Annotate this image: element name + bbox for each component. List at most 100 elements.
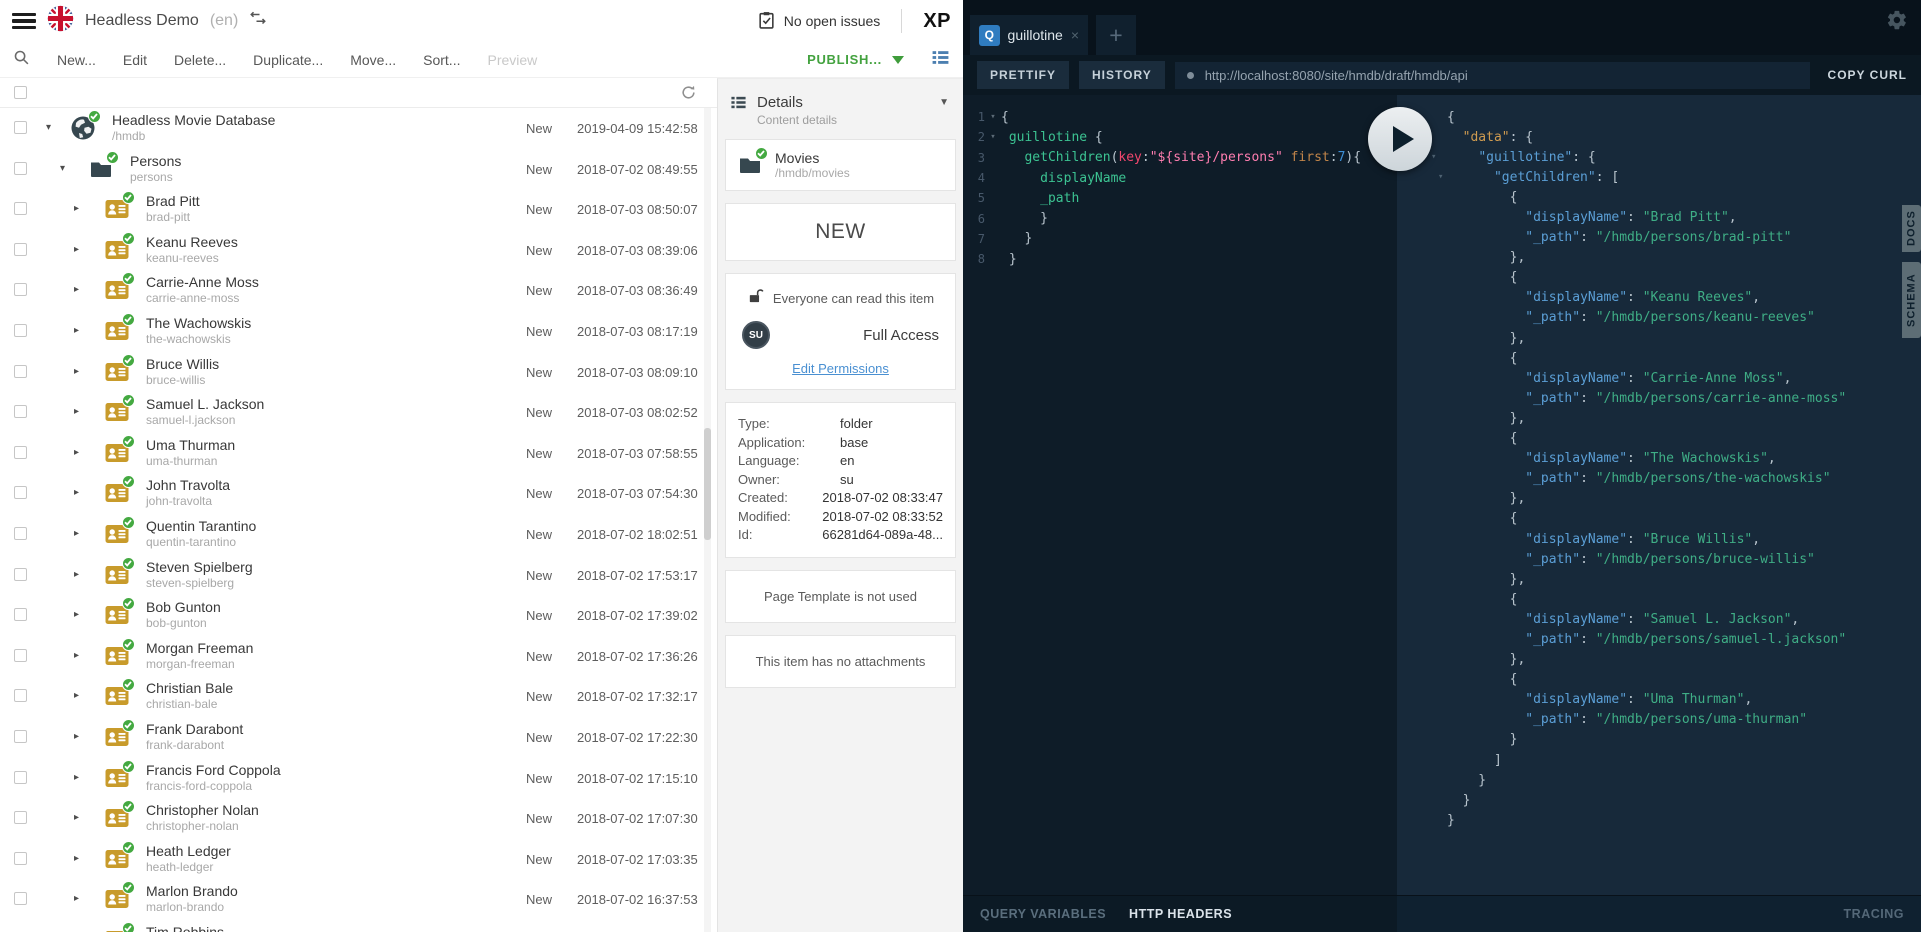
toolbar-item-new[interactable]: New... (57, 52, 96, 68)
expand-arrow-icon[interactable]: ▸ (74, 609, 79, 621)
tree-scrollbar[interactable] (704, 108, 711, 932)
toolbar-item-edit[interactable]: Edit (123, 52, 147, 68)
toolbar-item-move[interactable]: Move... (350, 52, 396, 68)
tree-row[interactable]: ▸Steven Spielbergsteven-spielbergNew2018… (0, 555, 717, 596)
tree-row[interactable]: ▸John Travoltajohn-travoltaNew2018-07-03… (0, 473, 717, 514)
tree-row[interactable]: ▸Bob Guntonbob-guntonNew2018-07-02 17:39… (0, 595, 717, 636)
select-all-checkbox[interactable] (14, 86, 27, 99)
issues-widget[interactable]: No open issues (757, 10, 881, 33)
selected-item-card[interactable]: Movies /hmdb/movies (725, 139, 956, 191)
tree-row[interactable]: ▸Tim Robbins (0, 920, 717, 932)
tree-row[interactable]: ▸Heath Ledgerheath-ledgerNew2018-07-02 1… (0, 839, 717, 880)
row-checkbox[interactable] (14, 527, 27, 540)
publish-button[interactable]: PUBLISH... (807, 52, 904, 67)
hamburger-menu-icon[interactable] (12, 13, 36, 30)
refresh-icon[interactable] (680, 84, 697, 106)
expand-arrow-icon[interactable]: ▸ (74, 284, 79, 296)
endpoint-url-field[interactable]: http://localhost:8080/site/hmdb/draft/hm… (1175, 62, 1810, 89)
search-icon[interactable] (13, 49, 30, 71)
tree-row[interactable]: ▾PersonspersonsNew2018-07-02 08:49:55 (0, 149, 717, 190)
row-checkbox[interactable] (14, 324, 27, 337)
tab-guillotine[interactable]: Q guillotine × (970, 15, 1088, 55)
tree-row[interactable]: ▸Christian Balechristian-baleNew2018-07-… (0, 676, 717, 717)
tree-scrollbar-thumb[interactable] (704, 428, 711, 540)
row-checkbox[interactable] (14, 852, 27, 865)
expand-arrow-icon[interactable]: ▸ (74, 893, 79, 905)
row-checkbox[interactable] (14, 568, 27, 581)
tree-row[interactable]: ▸Uma Thurmanuma-thurmanNew2018-07-03 07:… (0, 433, 717, 474)
row-checkbox[interactable] (14, 121, 27, 134)
row-checkbox[interactable] (14, 649, 27, 662)
prettify-button[interactable]: PRETTIFY (977, 61, 1069, 89)
tree-row[interactable]: ▸Keanu Reeveskeanu-reevesNew2018-07-03 0… (0, 230, 717, 271)
close-tab-icon[interactable]: × (1071, 27, 1079, 43)
expand-arrow-icon[interactable]: ▸ (74, 772, 79, 784)
tree-row[interactable]: ▸Brad Pittbrad-pittNew2018-07-03 08:50:0… (0, 189, 717, 230)
tree-row[interactable]: ▾Headless Movie Database/hmdbNew2019-04-… (0, 108, 717, 149)
row-checkbox[interactable] (14, 365, 27, 378)
tree-row[interactable]: ▸Frank Darabontfrank-darabontNew2018-07-… (0, 717, 717, 758)
docs-side-tab[interactable]: DOCS (1902, 205, 1921, 252)
compare-arrows-icon[interactable] (249, 10, 267, 33)
expand-arrow-icon[interactable]: ▸ (74, 366, 79, 378)
tree-row[interactable]: ▸Francis Ford Coppolafrancis-ford-coppol… (0, 758, 717, 799)
tree-row[interactable]: ▸Carrie-Anne Mosscarrie-anne-mossNew2018… (0, 270, 717, 311)
row-checkbox[interactable] (14, 486, 27, 499)
tree-row[interactable]: ▸Christopher Nolanchristopher-nolanNew20… (0, 798, 717, 839)
list-view-icon[interactable] (931, 48, 950, 72)
publish-dropdown-icon[interactable] (892, 56, 904, 64)
tree-row[interactable]: ▸Morgan Freemanmorgan-freemanNew2018-07-… (0, 636, 717, 677)
expand-arrow-icon[interactable]: ▸ (74, 569, 79, 581)
details-collapse-icon[interactable]: ▼ (939, 97, 949, 108)
row-checkbox[interactable] (14, 283, 27, 296)
query-variables-tab[interactable]: QUERY VARIABLES (980, 907, 1106, 921)
tree-row[interactable]: ▸Marlon Brandomarlon-brandoNew2018-07-02… (0, 879, 717, 920)
expand-arrow-icon[interactable]: ▸ (74, 690, 79, 702)
row-checkbox[interactable] (14, 162, 27, 175)
row-checkbox[interactable] (14, 811, 27, 824)
copy-curl-button[interactable]: COPY CURL (1820, 68, 1907, 82)
fold-arrow-icon[interactable]: ▾ (985, 132, 1001, 142)
expand-arrow-icon[interactable]: ▸ (74, 812, 79, 824)
collapse-arrow-icon[interactable]: ▾ (60, 163, 65, 175)
edit-permissions-link[interactable]: Edit Permissions (738, 361, 943, 376)
tree-row[interactable]: ▸Samuel L. Jacksonsamuel-l.jacksonNew201… (0, 392, 717, 433)
row-checkbox[interactable] (14, 202, 27, 215)
row-checkbox[interactable] (14, 243, 27, 256)
row-checkbox[interactable] (14, 689, 27, 702)
execute-query-button[interactable] (1368, 107, 1432, 171)
tree-row[interactable]: ▸Bruce Willisbruce-willisNew2018-07-03 0… (0, 352, 717, 393)
query-editor[interactable]: 1▾{2▾ guillotine {3 getChildren(key:"${s… (963, 95, 1397, 895)
tracing-tab[interactable]: TRACING (1844, 907, 1904, 921)
expand-arrow-icon[interactable]: ▸ (74, 487, 79, 499)
new-tab-button[interactable]: + (1096, 15, 1136, 55)
collapse-arrow-icon[interactable]: ▾ (46, 122, 51, 134)
row-checkbox[interactable] (14, 446, 27, 459)
row-checkbox[interactable] (14, 892, 27, 905)
fold-arrow-icon[interactable]: ▾ (985, 112, 1001, 122)
row-checkbox[interactable] (14, 771, 27, 784)
expand-arrow-icon[interactable]: ▸ (74, 325, 79, 337)
row-checkbox[interactable] (14, 730, 27, 743)
tree-row[interactable]: ▸Quentin Tarantinoquentin-tarantinoNew20… (0, 514, 717, 555)
http-headers-tab[interactable]: HTTP HEADERS (1129, 907, 1232, 921)
expand-arrow-icon[interactable]: ▸ (74, 406, 79, 418)
toolbar-item-sort[interactable]: Sort... (423, 52, 460, 68)
expand-arrow-icon[interactable]: ▸ (74, 244, 79, 256)
expand-arrow-icon[interactable]: ▸ (74, 731, 79, 743)
row-checkbox[interactable] (14, 608, 27, 621)
expand-arrow-icon[interactable]: ▸ (74, 447, 79, 459)
settings-gear-icon[interactable] (1886, 9, 1908, 36)
tree-row[interactable]: ▸The Wachowskisthe-wachowskisNew2018-07-… (0, 311, 717, 352)
published-badge-icon (755, 147, 768, 160)
toolbar-item-delete[interactable]: Delete... (174, 52, 226, 68)
expand-arrow-icon[interactable]: ▸ (74, 650, 79, 662)
schema-side-tab[interactable]: SCHEMA (1902, 262, 1921, 338)
row-checkbox[interactable] (14, 405, 27, 418)
fold-arrow-icon[interactable]: ▾ (1417, 172, 1447, 182)
expand-arrow-icon[interactable]: ▸ (74, 528, 79, 540)
toolbar-item-duplicate[interactable]: Duplicate... (253, 52, 323, 68)
expand-arrow-icon[interactable]: ▸ (74, 853, 79, 865)
expand-arrow-icon[interactable]: ▸ (74, 203, 79, 215)
history-button[interactable]: HISTORY (1079, 61, 1165, 89)
